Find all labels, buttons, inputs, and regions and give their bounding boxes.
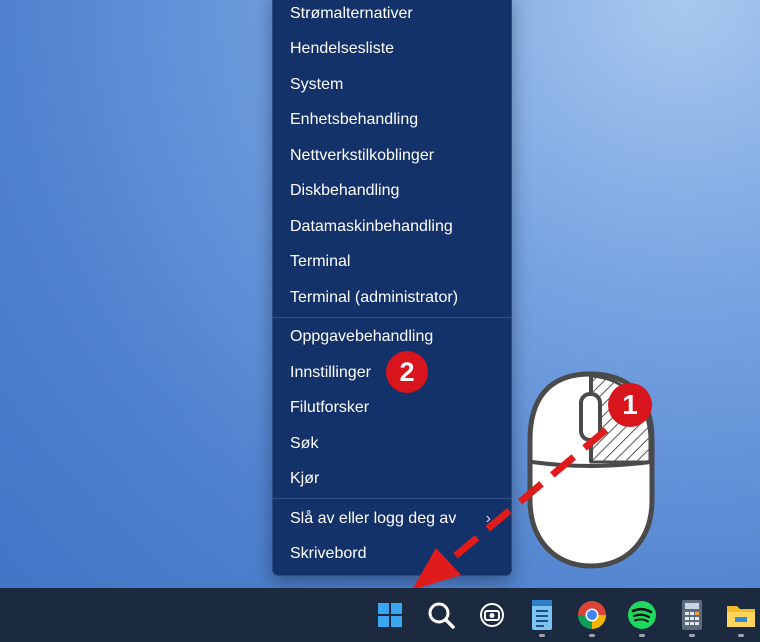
- chrome-icon[interactable]: [573, 596, 611, 634]
- running-indicator: [689, 634, 695, 637]
- annotation-overlay: [412, 371, 655, 590]
- search-icon[interactable]: [422, 596, 460, 634]
- windows-start-icon[interactable]: [371, 596, 409, 634]
- taskbar: [0, 588, 760, 642]
- running-indicator: [738, 634, 744, 637]
- spotify-icon[interactable]: [623, 596, 661, 634]
- notepad-icon[interactable]: [523, 596, 561, 634]
- file-explorer-icon[interactable]: [722, 596, 760, 634]
- running-indicator: [639, 634, 645, 637]
- running-indicator: [539, 634, 545, 637]
- step-badge-1: 1: [608, 383, 652, 427]
- copilot-icon[interactable]: [473, 596, 511, 634]
- calculator-icon[interactable]: [673, 596, 711, 634]
- running-indicator: [589, 634, 595, 637]
